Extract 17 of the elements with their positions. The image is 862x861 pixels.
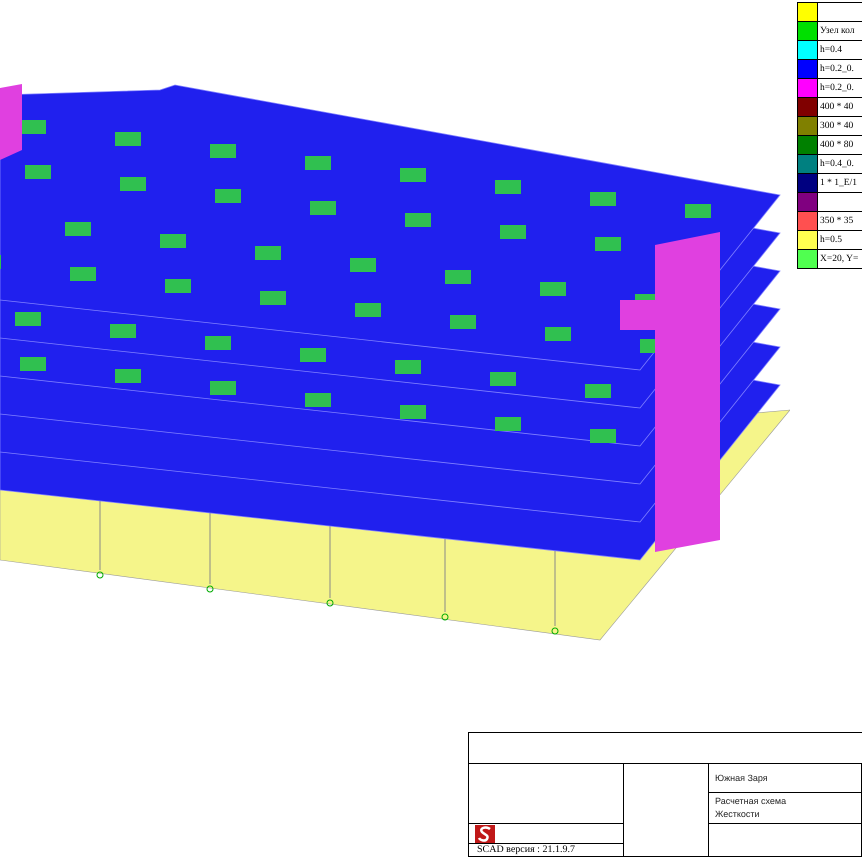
legend-label: 350 * 35 <box>819 215 854 228</box>
legend-label: h=0.2_0. <box>819 82 854 95</box>
logo-icon <box>475 824 495 842</box>
sheet-title: Расчетная схема <box>715 795 788 808</box>
legend-label: h=0.4 <box>819 44 842 57</box>
legend-label: X=20, Y= <box>819 253 858 266</box>
legend-label: 300 * 40 <box>819 120 854 133</box>
legend-label: 400 * 40 <box>819 101 854 114</box>
sheet-title: Жесткости <box>715 808 761 821</box>
legend-label: h=0.4_0. <box>819 158 854 171</box>
legend-label: Узел кол <box>819 25 854 38</box>
version-text: SCAD версия : 21.1.9.7 <box>476 844 576 856</box>
legend-label: h=0.5 <box>819 234 842 247</box>
legend-label: 1 * 1_E/1 <box>819 177 857 190</box>
project-name: Южная Заря <box>715 772 769 784</box>
legend-label: h=0.2_0. <box>819 63 854 76</box>
legend-label: 400 * 80 <box>819 139 854 152</box>
